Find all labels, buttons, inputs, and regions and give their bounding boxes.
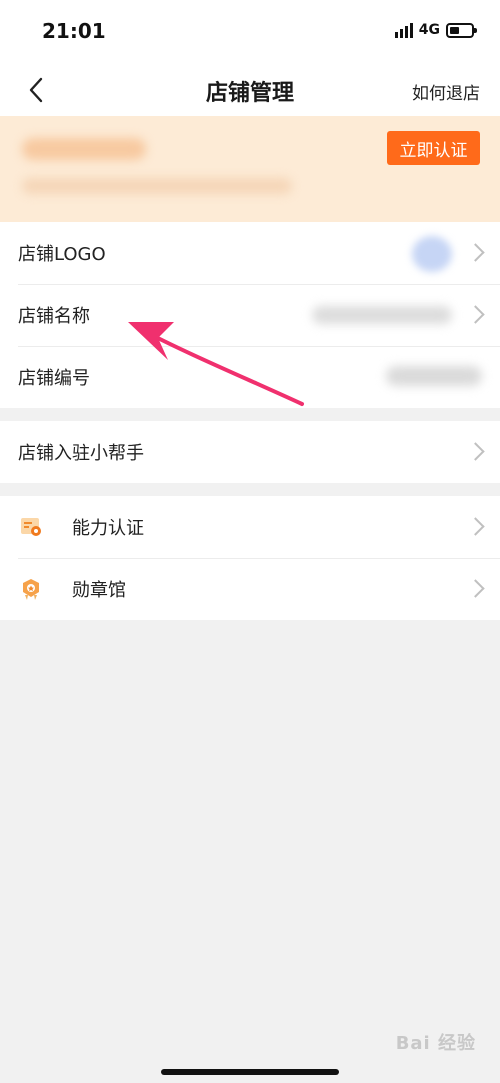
features-group: 能力认证 勋章馆 (0, 496, 500, 620)
certificate-icon (18, 514, 44, 540)
status-indicators: 4G (394, 22, 477, 38)
status-time: 21:01 (42, 19, 106, 43)
chevron-right-icon (466, 517, 485, 536)
medal-hall-row[interactable]: 勋章馆 (0, 558, 500, 620)
row-label: 店铺LOGO (18, 244, 106, 265)
store-name-row[interactable]: 店铺名称 (0, 284, 500, 346)
chevron-right-icon (466, 243, 485, 262)
store-id-row: 店铺编号 (0, 346, 500, 408)
capability-certification-row[interactable]: 能力认证 (0, 496, 500, 558)
chevron-right-icon (466, 305, 485, 324)
blurred-title (22, 138, 146, 160)
how-to-close-store-link[interactable]: 如何退店 (412, 79, 480, 104)
chevron-right-icon (466, 579, 485, 598)
helper-group: 店铺入驻小帮手 (0, 421, 500, 483)
row-label: 店铺名称 (18, 306, 90, 327)
store-onboarding-helper-row[interactable]: 店铺入驻小帮手 (0, 421, 500, 483)
blurred-store-name (312, 306, 452, 324)
home-indicator (161, 1069, 339, 1075)
battery-icon (446, 22, 477, 38)
signal-icon (394, 22, 413, 38)
row-label: 店铺编号 (18, 368, 90, 389)
medal-icon (18, 576, 44, 602)
row-label: 勋章馆 (72, 580, 126, 601)
watermark: Bai 经验 (395, 1033, 476, 1054)
network-type: 4G (418, 22, 440, 38)
nav-bar: 店铺管理 如何退店 (0, 62, 500, 116)
store-info-group: 店铺LOGO 店铺名称 店铺编号 (0, 222, 500, 408)
store-logo-row[interactable]: 店铺LOGO (0, 222, 500, 284)
blurred-subtitle (22, 178, 292, 194)
verify-now-button[interactable]: 立即认证 (387, 131, 480, 165)
status-bar: 21:01 4G (0, 0, 500, 62)
row-label: 能力认证 (72, 518, 144, 539)
store-logo-avatar (412, 236, 452, 272)
verification-banner[interactable]: 立即认证 (0, 116, 500, 222)
chevron-right-icon (466, 442, 485, 461)
blurred-store-id (386, 366, 482, 386)
row-label: 店铺入驻小帮手 (18, 443, 144, 464)
